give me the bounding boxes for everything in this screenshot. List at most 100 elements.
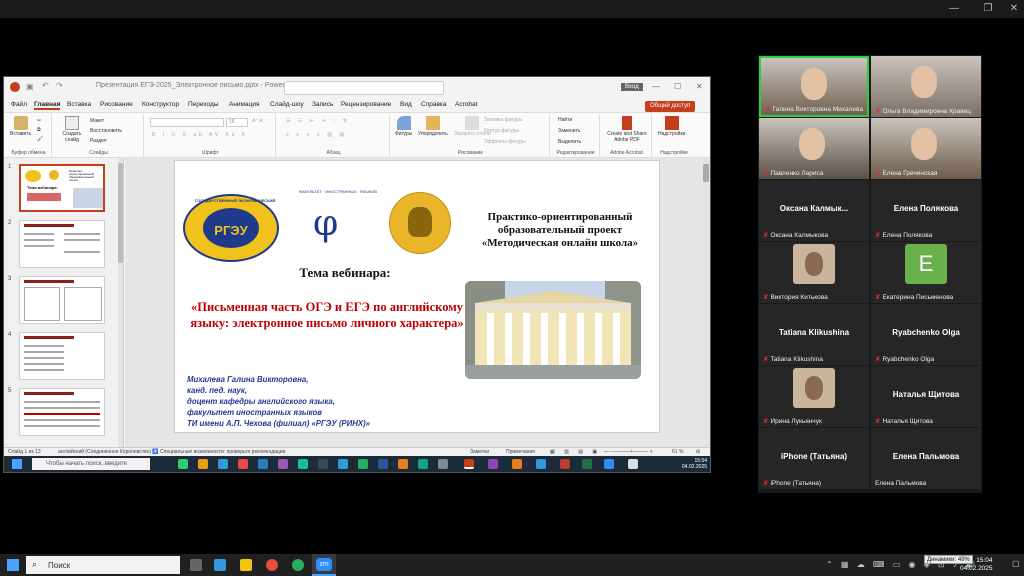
slide-thumbnail-5[interactable] [19, 388, 105, 436]
tab-draw[interactable]: Рисование [100, 101, 133, 108]
excel-icon[interactable] [582, 459, 592, 469]
slide-thumbnail-4[interactable] [19, 332, 105, 380]
close-icon[interactable]: ✕ [696, 82, 703, 91]
copy-icon[interactable]: ⧉ [37, 127, 41, 133]
share-button[interactable]: Общий доступ [645, 101, 696, 112]
undo-icon[interactable]: ↶ [42, 81, 49, 90]
arrange-button[interactable]: Упорядочить [418, 116, 448, 137]
app-icon[interactable] [488, 459, 498, 469]
find-button[interactable]: Найти [558, 117, 572, 123]
tab-record[interactable]: Запись [312, 101, 333, 108]
host-search-box[interactable]: ⌕ Поиск [26, 556, 180, 574]
tab-transitions[interactable]: Переходы [188, 101, 219, 108]
tab-acrobat[interactable]: Acrobat [455, 101, 477, 108]
font-format-icons[interactable]: B I U S ab AV Aa A [152, 132, 248, 138]
powerpoint-icon[interactable] [464, 459, 474, 469]
participant-tile[interactable]: ✘ Павленко Лариса [759, 118, 869, 179]
layout-button[interactable]: Макет [90, 118, 104, 124]
participant-tile[interactable]: ✘ Виктория Китькова [759, 242, 869, 303]
participant-tile[interactable]: ✘ Елена Гречинская [871, 118, 981, 179]
zoom-slider[interactable]: — ————+——— + [604, 449, 653, 455]
minimize-icon[interactable]: — [948, 3, 960, 15]
participant-tile[interactable]: Елена Пальмова Елена Пальмова [871, 428, 981, 489]
view-buttons[interactable]: ▦ ▥ ▤ ▣ [550, 449, 601, 455]
firefox-icon[interactable] [512, 459, 522, 469]
participant-tile[interactable]: Елена Полякова ✘ Елена Полякова [871, 180, 981, 241]
participant-tile[interactable]: ✘ Ольга Владимировна Кравец [871, 56, 981, 117]
chrome-icon[interactable] [292, 559, 304, 571]
tab-animation[interactable]: Анимация [229, 101, 260, 108]
yandex-icon[interactable] [266, 559, 278, 571]
app-icon[interactable] [318, 459, 328, 469]
reset-button[interactable]: Восстановить [90, 128, 122, 134]
list-icons[interactable]: ☰ ☷ ⇤ ⇥ ↕ ⇅ [286, 118, 350, 124]
app-icon[interactable] [278, 459, 288, 469]
participant-tile[interactable]: Оксана Калмык... ✘ Оксана Калмыкова [759, 180, 869, 241]
app-icon[interactable] [338, 459, 348, 469]
edge-icon[interactable] [218, 459, 228, 469]
windows-start-icon[interactable] [7, 559, 19, 571]
settings-icon[interactable] [438, 459, 448, 469]
slide-thumbnail-3[interactable] [19, 276, 105, 324]
app-icon[interactable] [358, 459, 368, 469]
zoom-taskbar-button[interactable]: zm [312, 554, 336, 576]
shape-effects-button[interactable]: Эффекты фигуры [484, 139, 526, 145]
paste-button[interactable]: Вставить [10, 116, 31, 137]
font-name-dropdown[interactable] [150, 118, 224, 127]
font-grow-icon[interactable]: A⁺ A⁻ [252, 118, 265, 124]
edge-icon[interactable] [214, 559, 226, 571]
shape-outline-button[interactable]: Контур фигуры [484, 128, 519, 134]
app-icon[interactable] [238, 459, 248, 469]
restore-icon[interactable]: ❐ [982, 3, 994, 15]
participant-tile[interactable]: Ryabchenko Olga ✘ Ryabchenko Olga [871, 304, 981, 365]
outlook-icon[interactable] [258, 459, 268, 469]
participant-tile[interactable]: E ✘ Екатерина Письменова [871, 242, 981, 303]
app-icon[interactable] [298, 459, 308, 469]
fit-slide-icon[interactable]: ⊞ [696, 449, 700, 455]
font-size-dropdown[interactable]: 18 [226, 118, 248, 127]
tab-help[interactable]: Справка [421, 101, 447, 108]
editor-scrollbar[interactable] [703, 158, 709, 447]
notes-button[interactable]: Заметки [470, 449, 489, 455]
participant-tile[interactable]: Tatiana Klikushina ✘ Tatiana Klikushina [759, 304, 869, 365]
tab-home[interactable]: Главная [34, 101, 61, 110]
zoom-icon[interactable] [604, 459, 614, 469]
section-button[interactable]: Раздел [90, 138, 107, 144]
format-painter-icon[interactable]: 🖌 [37, 136, 43, 142]
participant-tile[interactable]: iPhone (Татьяна) ✘ iPhone (Татьяна) [759, 428, 869, 489]
accessibility-status[interactable]: Специальные возможности: проверьте реком… [160, 449, 285, 455]
app-icon[interactable] [560, 459, 570, 469]
explorer-icon[interactable] [240, 559, 252, 571]
word-icon[interactable] [378, 459, 388, 469]
current-slide[interactable]: РГЭУ ГОСУДАРСТВЕННЫЙ ЭКОНОМИЧЕСКИЙ φ ФАК… [174, 160, 660, 433]
tab-review[interactable]: Рецензирование [341, 101, 391, 108]
align-icons[interactable]: ≡ ≡ ≡ ≡ ▥ ▤ [286, 132, 347, 138]
addins-button[interactable]: Надстройки [658, 116, 685, 137]
maximize-icon[interactable]: ☐ [674, 82, 681, 91]
cut-icon[interactable]: ✂ [37, 118, 41, 124]
taskview-icon[interactable] [178, 459, 188, 469]
zoom-level[interactable]: 61 % [672, 449, 683, 455]
taskbar-search[interactable]: Чтобы начать поиск, введите [32, 458, 150, 470]
comments-button[interactable]: Примечания [506, 449, 535, 455]
tab-slideshow[interactable]: Слайд-шоу [270, 101, 304, 108]
windows-start-icon[interactable] [12, 459, 22, 469]
app-icon[interactable] [418, 459, 428, 469]
vlc-icon[interactable] [398, 459, 408, 469]
language-indicator[interactable]: английский (Соединенное Королевство) [58, 449, 151, 455]
participant-tile[interactable]: ✘ Ирина Лукьянчук [759, 366, 869, 427]
tab-insert[interactable]: Вставка [67, 101, 91, 108]
shape-fill-button[interactable]: Заливка фигуры [484, 117, 522, 123]
shapes-button[interactable]: Фигуры [395, 116, 412, 137]
new-slide-button[interactable]: Создать слайд [60, 116, 84, 143]
thumbnails-scrollbar[interactable] [118, 158, 123, 447]
replace-button[interactable]: Заменить [558, 128, 580, 134]
create-pdf-button[interactable]: Create and Share Adobe PDF [604, 116, 650, 143]
ppt-search-box[interactable] [284, 81, 444, 95]
notifications-icon[interactable]: ▢ [1012, 559, 1020, 568]
app-icon[interactable] [536, 459, 546, 469]
slide-thumbnail-1[interactable]: Практико-ориентированный образовательный… [19, 164, 105, 212]
explorer-icon[interactable] [198, 459, 208, 469]
participant-tile[interactable]: Наталья Щитова ✘ Наталья Щитова [871, 366, 981, 427]
tab-view[interactable]: Вид [400, 101, 412, 108]
